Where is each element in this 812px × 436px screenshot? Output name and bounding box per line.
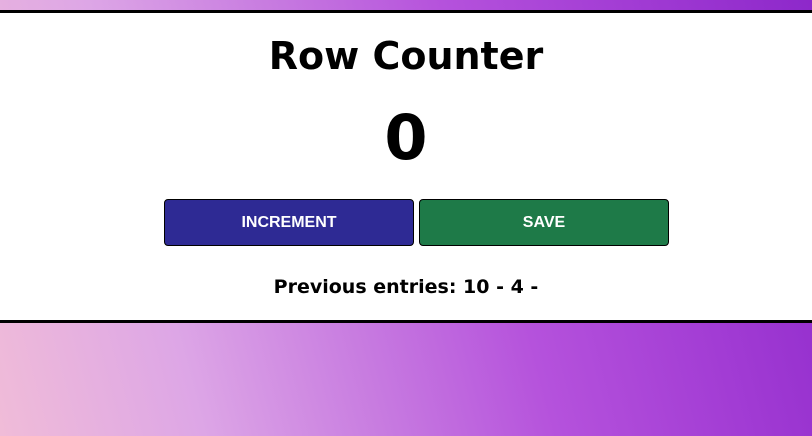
previous-entries-text: Previous entries: 10 - 4 - bbox=[273, 276, 539, 298]
page-title: Row Counter bbox=[268, 34, 544, 78]
counter-card: Row Counter 0 Increment Save Previous en… bbox=[0, 10, 812, 323]
increment-button[interactable]: Increment bbox=[164, 199, 414, 246]
counter-value: 0 bbox=[384, 101, 428, 174]
save-button[interactable]: Save bbox=[419, 199, 669, 246]
